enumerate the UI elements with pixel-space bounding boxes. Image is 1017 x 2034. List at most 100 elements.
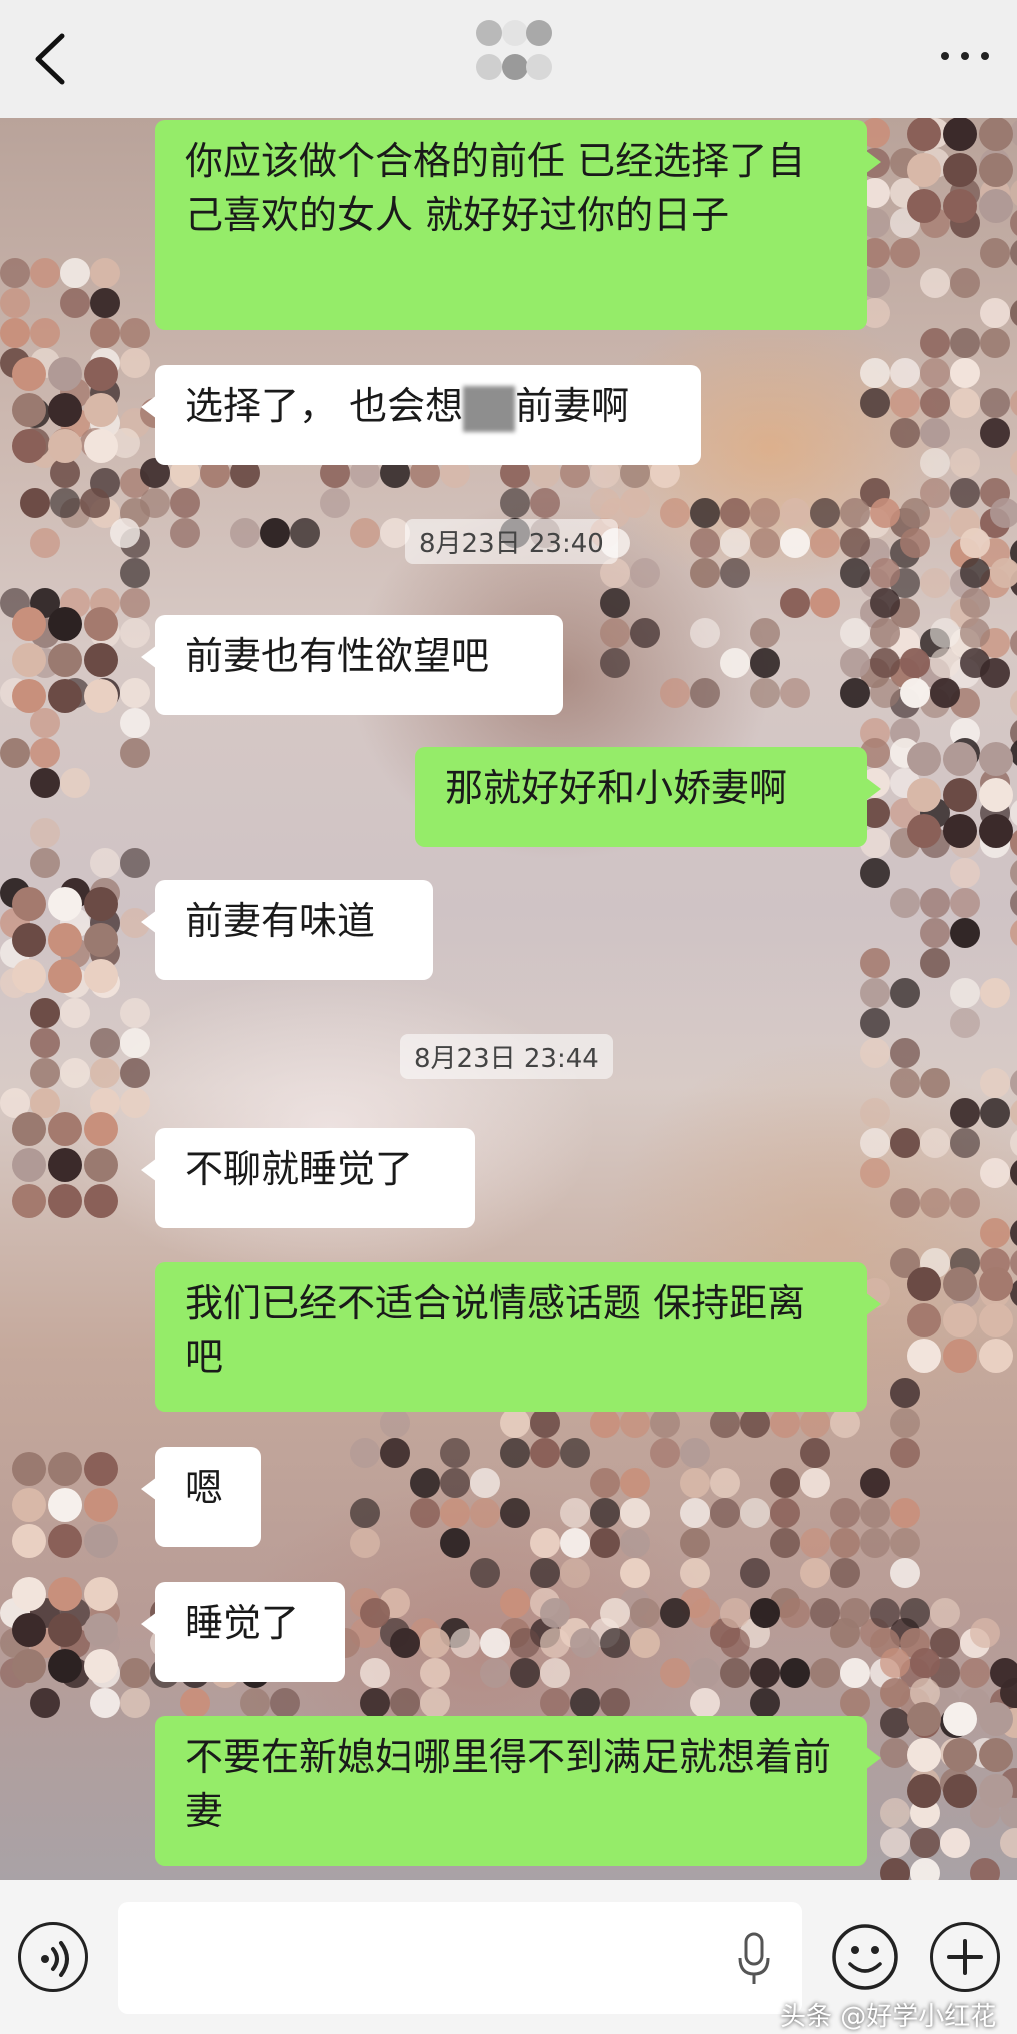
emoji-icon[interactable]	[830, 1922, 900, 1992]
mosaic-pixel	[950, 1008, 980, 1038]
mosaic-pixel	[980, 298, 1010, 328]
mosaic-pixel	[890, 1188, 920, 1218]
mosaic-pixel	[590, 1468, 620, 1498]
received-message[interactable]: 睡觉了	[141, 1582, 345, 1682]
my-avatar[interactable]	[905, 740, 1015, 850]
avatar-pixel	[907, 117, 941, 151]
mosaic-pixel	[860, 1468, 890, 1498]
sent-message[interactable]: 不要在新媳妇哪里得不到满足就想着前妻	[155, 1716, 881, 1866]
contact-avatar[interactable]	[10, 355, 120, 465]
avatar-pixel	[48, 1452, 82, 1486]
avatar-pixel	[48, 887, 82, 921]
sent-message[interactable]: 那就好好和小娇妻啊	[415, 747, 881, 847]
mosaic-pixel	[960, 588, 990, 618]
received-message[interactable]: 前妻有味道	[141, 880, 433, 980]
message-text: 那就好好和小娇妻啊	[445, 766, 788, 810]
mosaic-pixel	[960, 558, 990, 588]
mosaic-pixel	[120, 1688, 150, 1718]
avatar-pixel	[907, 1339, 941, 1373]
received-message[interactable]: 前妻也有性欲望吧	[141, 615, 563, 715]
mosaic-pixel	[630, 618, 660, 648]
mosaic-pixel	[680, 1558, 710, 1588]
mosaic-pixel	[780, 678, 810, 708]
mosaic-pixel	[860, 1038, 890, 1068]
mosaic-pixel	[90, 848, 120, 878]
contact-avatar[interactable]	[10, 1450, 120, 1560]
avatar-pixel	[84, 1613, 118, 1647]
sent-message[interactable]: 我们已经不适合说情感话题 保持距离吧	[155, 1262, 881, 1412]
mosaic-pixel	[680, 1438, 710, 1468]
back-arrow-icon[interactable]	[28, 30, 78, 88]
my-avatar[interactable]	[905, 115, 1015, 225]
mosaic-pixel	[920, 918, 950, 948]
contact-avatar[interactable]	[10, 1110, 120, 1220]
mosaic-pixel	[620, 1408, 650, 1438]
mosaic-pixel	[950, 1128, 980, 1158]
mosaic-pixel	[540, 1628, 570, 1658]
sent-message[interactable]: 你应该做个合格的前任 已经选择了自己喜欢的女人 就好好过你的日子	[155, 120, 881, 330]
avatar-pixel	[48, 1112, 82, 1146]
mosaic-pixel	[890, 388, 920, 418]
mosaic-pixel	[500, 488, 530, 518]
mosaic-pixel	[380, 1408, 410, 1438]
mosaic-pixel	[350, 1438, 380, 1468]
mosaic-pixel	[800, 1438, 830, 1468]
avatar-pixel	[12, 393, 46, 427]
mosaic-pixel	[870, 588, 900, 618]
mosaic-pixel	[870, 618, 900, 648]
mosaic-pixel	[60, 258, 90, 288]
voice-icon[interactable]	[18, 1922, 88, 1992]
mosaic-pixel	[840, 1688, 870, 1718]
my-avatar[interactable]	[905, 1700, 1015, 1810]
mosaic-pixel	[720, 1658, 750, 1688]
avatar-pixel	[48, 679, 82, 713]
contact-avatar[interactable]	[10, 885, 120, 995]
mosaic-pixel	[650, 1408, 680, 1438]
microphone-icon[interactable]	[734, 1930, 774, 1990]
mosaic-pixel	[80, 488, 110, 518]
mosaic-pixel	[30, 318, 60, 348]
mosaic-pixel	[560, 1558, 590, 1588]
avatar-pixel	[979, 117, 1013, 151]
mosaic-pixel	[780, 528, 810, 558]
received-message[interactable]: 不聊就睡觉了	[141, 1128, 475, 1228]
mosaic-pixel	[650, 1438, 680, 1468]
message-text: 前妻有味道	[185, 899, 376, 943]
avatar-pixel	[12, 1613, 46, 1647]
avatar-pixel	[907, 778, 941, 812]
avatar-pixel	[12, 1452, 46, 1486]
avatar-pixel	[943, 814, 977, 848]
avatar-pixel	[907, 1267, 941, 1301]
avatar-pixel	[943, 1702, 977, 1736]
mosaic-pixel	[740, 1408, 770, 1438]
mosaic-pixel	[720, 498, 750, 528]
timestamp: 8月23日 23:44	[400, 1034, 613, 1079]
contact-avatar[interactable]	[10, 605, 120, 715]
mosaic-pixel	[320, 488, 350, 518]
mosaic-pixel	[470, 1498, 500, 1528]
mosaic-pixel	[800, 1408, 830, 1438]
mosaic-pixel	[600, 618, 630, 648]
avatar-pixel	[12, 1112, 46, 1146]
mosaic-pixel	[120, 1658, 150, 1688]
mosaic-pixel	[950, 1188, 980, 1218]
received-message[interactable]: 嗯	[141, 1447, 261, 1547]
mosaic-pixel	[930, 678, 960, 708]
mosaic-pixel	[530, 1558, 560, 1588]
mosaic-pixel	[680, 1498, 710, 1528]
plus-icon[interactable]	[930, 1922, 1000, 1992]
mosaic-pixel	[900, 648, 930, 678]
mosaic-pixel	[860, 1528, 890, 1558]
mosaic-pixel	[690, 1598, 720, 1628]
received-message[interactable]: 选择了， 也会想 前妻啊	[141, 365, 701, 465]
contact-avatar[interactable]	[10, 1575, 120, 1685]
mosaic-pixel	[120, 318, 150, 348]
mosaic-pixel	[450, 1628, 480, 1658]
my-avatar[interactable]	[905, 1265, 1015, 1375]
avatar-pixel	[48, 1184, 82, 1218]
message-input[interactable]	[118, 1902, 802, 2014]
mosaic-pixel	[960, 618, 990, 648]
more-icon[interactable]	[941, 46, 989, 66]
mosaic-pixel	[120, 848, 150, 878]
mosaic-pixel	[1010, 1128, 1017, 1158]
